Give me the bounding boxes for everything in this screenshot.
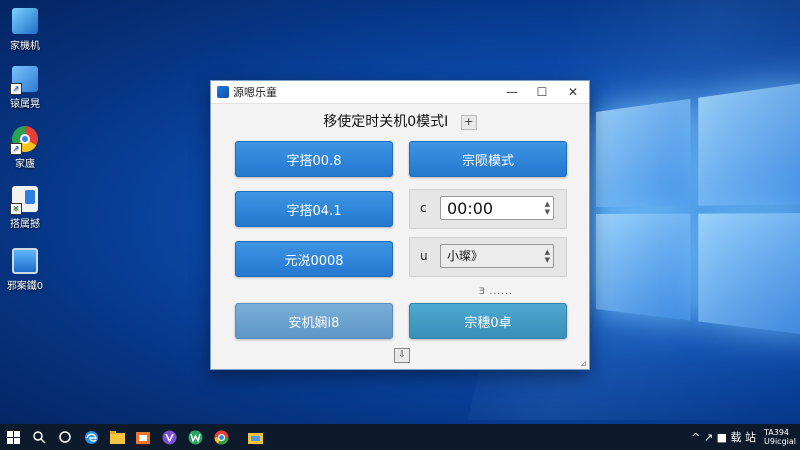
tray-icons[interactable]: ^ ↗ ■ 载 站 — [691, 429, 756, 445]
action-button-5[interactable]: 安机娴i8 — [235, 303, 393, 339]
start-button[interactable] — [0, 424, 26, 450]
desktop-icon-label: 邪案鐵0 — [6, 281, 44, 292]
clock-time: TA394 — [764, 428, 790, 437]
minimize-button[interactable]: — — [497, 81, 527, 103]
windows-start-icon — [6, 430, 20, 444]
page-title: 移使定时关机0模式I — [323, 114, 449, 130]
desktop-icon-document[interactable]: ✕ 搭属撼 — [2, 186, 48, 230]
title-bar[interactable]: 源嗯乐童 — ☐ ✕ — [211, 81, 589, 104]
window-title: 源嗯乐童 — [233, 86, 277, 99]
resize-grip-icon[interactable]: ⊿ — [580, 359, 587, 368]
taskbar-clock[interactable]: TA394 U9icgial — [764, 428, 796, 446]
action-button-2[interactable]: 宗陨模式 — [409, 141, 567, 177]
action-button-4[interactable]: 元涚0008 — [235, 241, 393, 277]
heading-row: 移使定时关机0模式I + — [211, 111, 589, 131]
desktop-icon-label: 家廬 — [15, 159, 35, 170]
close-button[interactable]: ✕ — [557, 81, 589, 103]
system-tray: ^ ↗ ■ 载 站 TA394 U9icgial — [691, 424, 800, 450]
add-button[interactable]: + — [460, 114, 477, 130]
time-label: c — [420, 201, 427, 215]
mode-label: u — [420, 249, 428, 263]
action-button-6[interactable]: 宗穗0卓 — [409, 303, 567, 339]
app-v-icon[interactable] — [156, 424, 182, 450]
app-w-icon[interactable] — [182, 424, 208, 450]
time-value: 00:00 — [447, 199, 494, 218]
app-window: 源嗯乐童 — ☐ ✕ 移使定时关机0模式I + 字搭00.8 宗陨模式 字搭04… — [210, 80, 590, 370]
monitor-icon — [12, 248, 38, 274]
folder-stack-icon: ↗ — [10, 66, 38, 95]
chrome-taskbar-icon[interactable] — [208, 424, 234, 450]
download-icon[interactable]: ⇩ — [394, 348, 410, 363]
store-icon[interactable] — [130, 424, 156, 450]
cortana-icon[interactable] — [52, 424, 78, 450]
select-arrows-icon[interactable]: ▲ ▼ — [545, 248, 550, 264]
action-button-1[interactable]: 字搭00.8 — [235, 141, 393, 177]
app-icon — [217, 86, 229, 98]
clock-date: U9icgial — [764, 437, 796, 446]
desktop-icon-label: 锿属晃 — [10, 99, 40, 110]
status-text: Ǝ ...... — [479, 287, 513, 297]
edge-icon[interactable] — [78, 424, 104, 450]
chrome-icon: ↗ — [10, 126, 38, 155]
maximize-button[interactable]: ☐ — [527, 81, 557, 103]
mode-select[interactable]: 小璨》 ▲ ▼ — [440, 244, 554, 268]
desktop-icon-label: 搭属撼 — [10, 219, 40, 230]
time-panel: c 00:00 ▲ ▼ — [409, 189, 567, 229]
time-spinbox[interactable]: 00:00 ▲ ▼ — [440, 196, 554, 220]
desktop-icon-chrome[interactable]: ↗ 家廬 — [2, 126, 48, 170]
folder-taskbar-icon[interactable] — [242, 424, 268, 450]
mode-value: 小璨》 — [447, 249, 484, 263]
desktop-icon-files[interactable]: ↗ 锿属晃 — [2, 66, 48, 110]
desktop-icon-label: 家機机 — [10, 41, 40, 52]
windows-logo-wallpaper — [596, 78, 800, 357]
taskbar: ^ ↗ ■ 载 站 TA394 U9icgial — [0, 424, 800, 450]
desktop-icon-computer[interactable]: 家機机 — [2, 8, 48, 52]
document-icon: ✕ — [10, 186, 38, 215]
action-button-3[interactable]: 字搭04.1 — [235, 191, 393, 227]
mode-panel: u 小璨》 ▲ ▼ — [409, 237, 567, 277]
search-icon[interactable] — [26, 424, 52, 450]
spin-arrows-icon[interactable]: ▲ ▼ — [545, 200, 550, 216]
cube-icon — [12, 8, 38, 34]
file-explorer-icon[interactable] — [104, 424, 130, 450]
desktop-icon-monitor[interactable]: 邪案鐵0 — [2, 248, 48, 292]
